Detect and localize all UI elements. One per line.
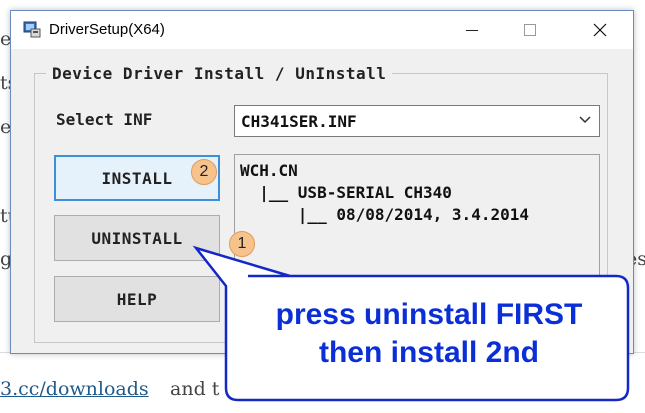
- title-bar[interactable]: DriverSetup(X64): [11, 11, 633, 49]
- maximize-icon: [524, 24, 536, 36]
- setup-app-icon: [23, 21, 41, 38]
- group-label: Device Driver Install / UnInstall: [46, 64, 393, 83]
- inf-select-value: CH341SER.INF: [241, 112, 357, 131]
- callout-line-2: then install 2nd: [318, 336, 540, 369]
- close-button[interactable]: [577, 11, 623, 49]
- help-button[interactable]: HELP: [54, 276, 220, 322]
- close-icon: [593, 23, 607, 37]
- maximize-button[interactable]: [507, 11, 553, 49]
- minimize-button[interactable]: [449, 11, 495, 49]
- chevron-down-icon: [579, 116, 591, 124]
- step-2-badge: 2: [191, 159, 217, 185]
- step-1-badge: 1: [229, 231, 255, 257]
- info-line-vendor: WCH.CN: [240, 161, 298, 180]
- callout-line-1: press uninstall FIRST: [275, 298, 583, 331]
- bg-downloads-link[interactable]: 3.cc/downloads: [0, 378, 149, 400]
- inf-select-dropdown[interactable]: CH341SER.INF: [234, 105, 600, 137]
- info-line-device: |__ USB-SERIAL CH340: [240, 183, 452, 202]
- callout-text: press uninstall FIRST then install 2nd: [229, 296, 629, 372]
- minimize-icon: [466, 29, 478, 31]
- bg-text-fragment: and t: [170, 378, 220, 400]
- uninstall-button[interactable]: UNINSTALL: [54, 215, 220, 261]
- select-inf-label: Select INF: [56, 110, 153, 129]
- window-title: DriverSetup(X64): [49, 21, 165, 38]
- info-line-version: |__ 08/08/2014, 3.4.2014: [240, 205, 529, 224]
